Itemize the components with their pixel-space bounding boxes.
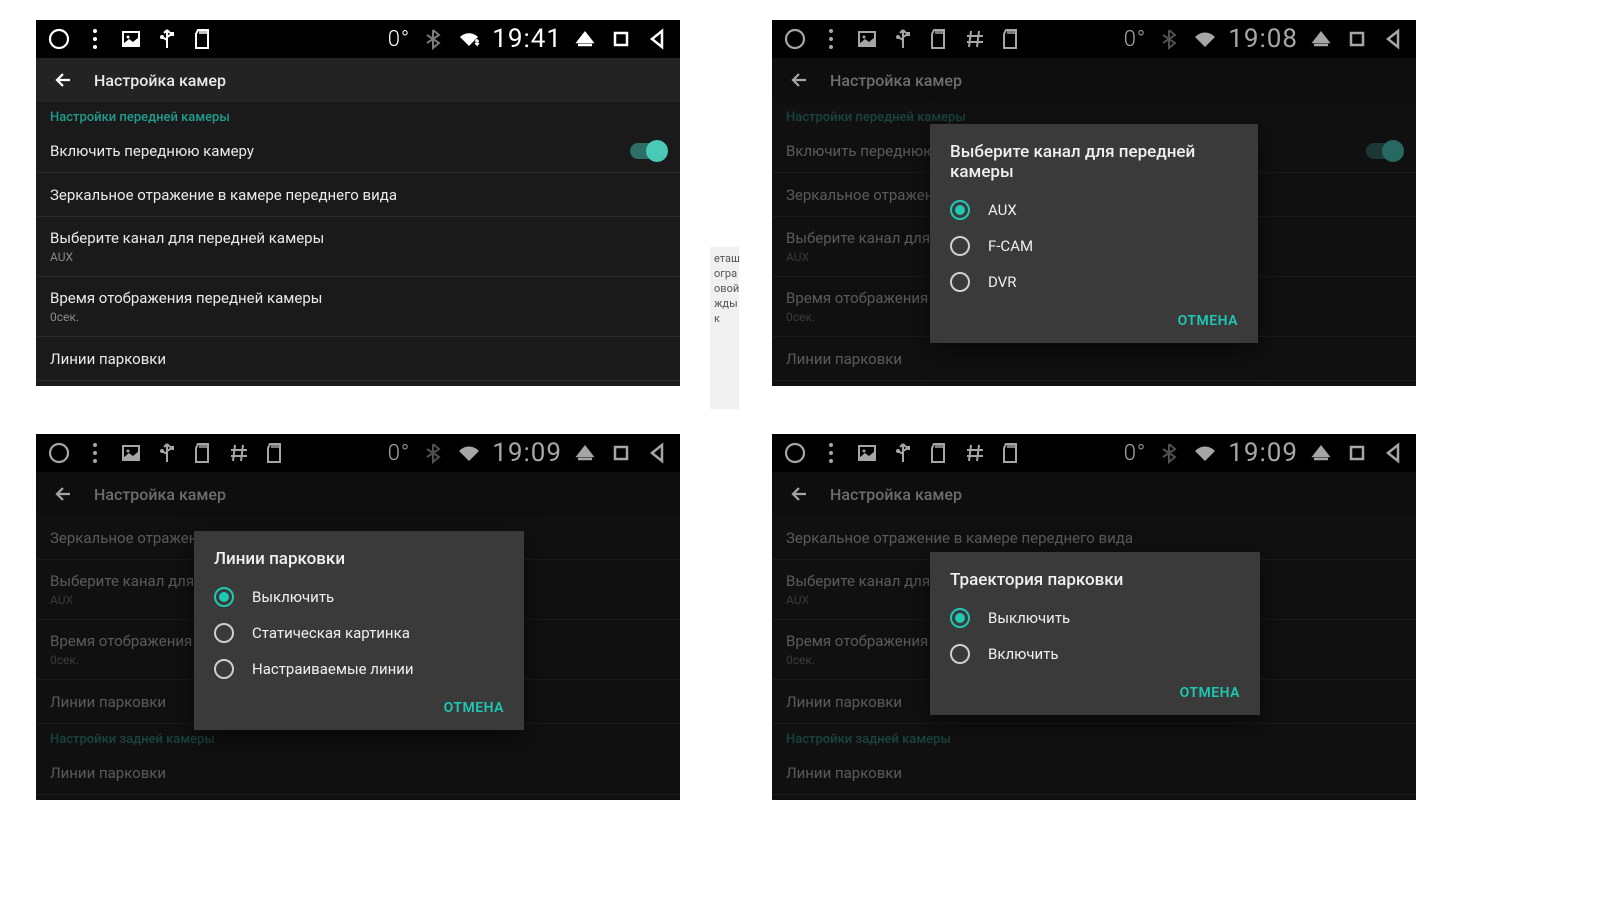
option-label: Выключить (988, 609, 1070, 627)
radio-off-icon (214, 659, 234, 679)
section-front-camera: Настройки передней камеры (36, 102, 680, 129)
action-bar: Настройка камер (36, 58, 680, 102)
label: Линии парковки (50, 350, 666, 368)
square-icon[interactable] (608, 26, 634, 52)
temperature: 0° (388, 27, 411, 52)
cancel-button[interactable]: ОТМЕНА (444, 700, 504, 716)
section-rear-camera: Настройки задней камеры (36, 381, 680, 386)
eject-icon[interactable] (572, 26, 598, 52)
option-static[interactable]: Статическая картинка (194, 615, 524, 651)
dialog-title: Траектория парковки (930, 570, 1260, 600)
option-off[interactable]: Выключить (930, 600, 1260, 636)
dialog-title: Выберите канал для передней камеры (930, 142, 1258, 192)
label: Зеркальное отражение в камере переднего … (50, 186, 666, 204)
option-label: Настраиваемые линии (252, 660, 414, 678)
sd-icon (190, 26, 216, 52)
option-dvr[interactable]: DVR (930, 264, 1258, 300)
circle-icon (46, 26, 72, 52)
back-icon[interactable] (50, 67, 76, 93)
cancel-button[interactable]: ОТМЕНА (1180, 685, 1240, 701)
option-label: DVR (988, 273, 1016, 291)
option-label: F-CAM (988, 237, 1033, 255)
radio-on-icon (950, 608, 970, 628)
bluetooth-icon (420, 26, 446, 52)
dialog-channel: Выберите канал для передней камеры AUX F… (930, 124, 1258, 343)
row-display-time[interactable]: Время отображения передней камеры 0сек. (36, 277, 680, 337)
radio-off-icon (214, 623, 234, 643)
option-aux[interactable]: AUX (930, 192, 1258, 228)
row-parking-lines[interactable]: Линии парковки (36, 337, 680, 381)
label: Включить переднюю камеру (50, 142, 630, 160)
usb-icon (154, 26, 180, 52)
option-fcam[interactable]: F-CAM (930, 228, 1258, 264)
option-label: Статическая картинка (252, 624, 410, 642)
option-on[interactable]: Включить (930, 636, 1260, 672)
image-icon (118, 26, 144, 52)
page-fragment: еташ огра овой жды к (710, 247, 739, 409)
back-triangle-icon[interactable] (644, 26, 670, 52)
label: Выберите канал для передней камеры (50, 229, 666, 247)
dialog-parking-lines: Линии парковки Выключить Статическая кар… (194, 531, 524, 730)
option-label: Включить (988, 645, 1059, 663)
label: Время отображения передней камеры (50, 289, 666, 307)
row-channel[interactable]: Выберите канал для передней камеры AUX (36, 217, 680, 277)
value: AUX (50, 250, 666, 264)
row-enable-front[interactable]: Включить переднюю камеру (36, 129, 680, 173)
radio-on-icon (950, 200, 970, 220)
row-mirror[interactable]: Зеркальное отражение в камере переднего … (36, 173, 680, 217)
dialog-title: Линии парковки (194, 549, 524, 579)
status-bar: 0° 19:41 (36, 20, 680, 58)
cancel-button[interactable]: ОТМЕНА (1178, 313, 1238, 329)
option-label: AUX (988, 201, 1017, 219)
clock: 19:41 (492, 24, 562, 54)
toggle-on[interactable] (630, 143, 666, 159)
page-title: Настройка камер (94, 71, 226, 90)
menu-dots-icon (82, 26, 108, 52)
option-off[interactable]: Выключить (194, 579, 524, 615)
value: 0сек. (50, 310, 666, 324)
option-label: Выключить (252, 588, 334, 606)
radio-on-icon (214, 587, 234, 607)
radio-off-icon (950, 236, 970, 256)
dialog-trajectory: Траектория парковки Выключить Включить О… (930, 552, 1260, 715)
option-custom[interactable]: Настраиваемые линии (194, 651, 524, 687)
wifi-down-icon (456, 26, 482, 52)
radio-off-icon (950, 644, 970, 664)
radio-off-icon (950, 272, 970, 292)
